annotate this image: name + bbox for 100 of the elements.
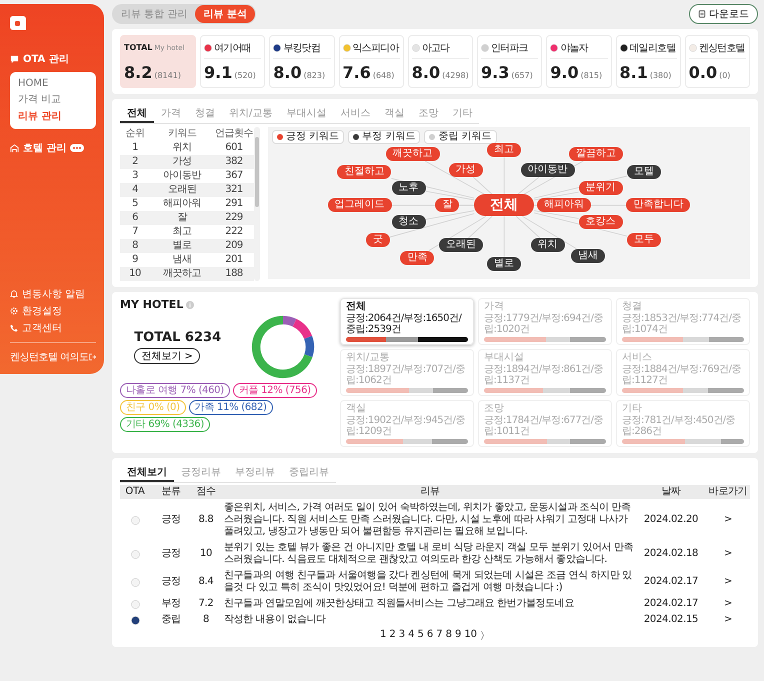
keyword-node[interactable]: 깔끔하고 xyxy=(568,147,623,161)
keyword-node[interactable]: 별로 xyxy=(487,256,522,271)
keyword-node[interactable]: 깨끗하고 xyxy=(386,147,440,161)
nav-item[interactable]: 호텔 관리 xyxy=(10,141,96,155)
column-header: 바로가기 xyxy=(708,486,748,498)
footer-link[interactable]: 환경설정 xyxy=(10,304,96,318)
submenu-link[interactable]: 가격 비교 xyxy=(18,92,88,106)
category-card[interactable]: 서비스 긍정:1884건/부정:769건/중립:1127건 xyxy=(616,349,750,396)
category-tab[interactable]: 위치/교통 xyxy=(222,105,280,123)
review-tab[interactable]: 중립리뷰 xyxy=(282,464,336,482)
category-tab[interactable]: 가격 xyxy=(154,105,188,123)
view-all-button[interactable]: 전체보기 > xyxy=(134,348,200,364)
go-link[interactable]: > xyxy=(724,598,732,610)
page-link[interactable]: 8 xyxy=(446,629,452,643)
keyword-node[interactable]: 분위기 xyxy=(578,181,623,196)
ota-name: 여기어때 xyxy=(214,42,251,54)
keyword-node[interactable]: 가성 xyxy=(448,163,483,178)
column-header: 점수 xyxy=(195,486,217,498)
next-page-link[interactable]: 〉 xyxy=(480,629,490,643)
category-card[interactable]: 기타 긍정:781건/부정:450건/중립:286건 xyxy=(616,400,750,447)
column-header: 리뷰 xyxy=(419,486,441,498)
category-card[interactable]: 청결 긍정:1853건/부정:774건/중립:1074건 xyxy=(616,298,750,345)
category-card[interactable]: 부대시설 긍정:1894건/부정:861건/중립:1137건 xyxy=(478,349,612,396)
table-cell-text: 8.8 xyxy=(197,514,214,526)
category-tab[interactable]: 부대시설 xyxy=(279,105,334,123)
category-tab[interactable]: 조망 xyxy=(411,105,446,123)
category-tab[interactable]: 기타 xyxy=(445,105,480,123)
table-cell-text: 5 xyxy=(131,197,139,211)
page-link[interactable]: 6 xyxy=(426,629,434,643)
category-name: 기타 xyxy=(622,403,643,415)
page-link[interactable]: 5 xyxy=(417,629,424,643)
keyword-node[interactable]: 냄새 xyxy=(571,248,606,263)
go-link[interactable]: > xyxy=(724,548,732,560)
table-cell-text: 7.2 xyxy=(197,598,214,610)
page-link[interactable]: 3 xyxy=(398,629,406,643)
legend-label: 부정 키워드 xyxy=(362,131,416,143)
keyword-node[interactable]: 모텔 xyxy=(626,165,661,179)
info-icon[interactable] xyxy=(186,300,194,308)
table-cell-text: 2024.02.17 xyxy=(642,598,700,610)
page-link[interactable]: 1 xyxy=(380,629,386,643)
keyword-node[interactable]: 호캉스 xyxy=(578,215,623,230)
page-link[interactable]: 10 xyxy=(464,629,478,643)
legend-label: 중립 키워드 xyxy=(438,131,492,143)
table-cell-text: 최고 xyxy=(172,225,192,239)
category-card[interactable]: 전체 긍정:2064건/부정:1650건/중립:2539건 xyxy=(340,298,474,345)
keyword-node[interactable]: 해피아워 xyxy=(536,198,591,212)
table-cell-text: 긍정 xyxy=(160,576,182,588)
keyword-node[interactable]: 굿 xyxy=(366,233,390,248)
footer-link[interactable]: 변동사항 알림 xyxy=(10,287,96,301)
category-tab[interactable]: 서비스 xyxy=(333,105,378,123)
score-value: 8.0 xyxy=(412,63,440,82)
category-name: 전체 xyxy=(346,301,367,313)
page-link[interactable]: 7 xyxy=(436,629,443,643)
keyword-node[interactable]: 업그레이드 xyxy=(328,198,392,212)
category-card[interactable]: 가격 긍정:1779건/부정:694건/중립:1020건 xyxy=(478,298,612,345)
category-card[interactable]: 위치/교통 긍정:1897건/부정:707건/중립:1062건 xyxy=(340,349,474,396)
footer-link[interactable]: 고객센터 xyxy=(10,321,96,335)
keyword-node[interactable]: 만족 xyxy=(400,250,434,264)
keyword-node[interactable]: 위치 xyxy=(530,238,565,252)
review-tab[interactable]: 긍정리뷰 xyxy=(174,464,228,482)
keyword-node[interactable]: 아이동반 xyxy=(520,163,575,178)
keyword-node[interactable]: 잘 xyxy=(435,198,460,212)
keyword-node[interactable]: 모두 xyxy=(626,233,661,248)
card-title: TOTAL xyxy=(124,43,152,52)
legend-percent: 11% xyxy=(217,402,238,413)
page-link[interactable]: 2 xyxy=(389,629,396,643)
page-link[interactable]: 4 xyxy=(408,629,414,643)
legend-count: (682) xyxy=(241,402,267,413)
keyword-node[interactable]: 만족합니다 xyxy=(626,198,690,212)
go-link[interactable]: > xyxy=(724,576,732,588)
category-tab[interactable]: 전체 xyxy=(120,105,154,123)
page-link[interactable]: 9 xyxy=(454,629,462,643)
legend-label: 나홀로 여행 xyxy=(126,385,178,396)
sentiment-counts: 긍정:1902건/부정:945건/중립:1209건 xyxy=(346,415,466,437)
submenu-link[interactable]: 리뷰 관리 xyxy=(18,109,88,123)
logout-icon[interactable] xyxy=(88,353,96,361)
table-cell-text: 188 xyxy=(224,267,244,281)
keyword-node[interactable]: 친절하고 xyxy=(337,165,392,179)
category-tab[interactable]: 객실 xyxy=(377,105,412,123)
category-card[interactable]: 조망 긍정:1784건/부정:677건/중립:1011건 xyxy=(478,400,612,447)
nav-item[interactable]: OTA 관리 xyxy=(10,52,96,66)
go-link[interactable]: > xyxy=(724,614,732,626)
toggle-option[interactable]: 리뷰 통합 관리 xyxy=(113,5,196,23)
keyword-node[interactable]: 청소 xyxy=(392,215,426,230)
download-button[interactable]: 다운로드 xyxy=(689,4,758,24)
keyword-node[interactable]: 노후 xyxy=(392,181,426,196)
category-tab[interactable]: 청결 xyxy=(188,105,222,123)
sentiment-counts: 긍정:2064건/부정:1650건/중립:2539건 xyxy=(346,313,463,335)
table-cell-text: 10 xyxy=(198,548,214,560)
go-link[interactable]: > xyxy=(724,514,732,526)
category-card[interactable]: 객실 긍정:1902건/부정:945건/중립:1209건 xyxy=(340,400,474,447)
review-tab[interactable]: 전체보기 xyxy=(120,464,174,482)
submenu-link[interactable]: HOME xyxy=(18,78,88,89)
center-node[interactable]: 전체 xyxy=(474,194,534,216)
scrollbar[interactable] xyxy=(254,127,260,281)
table-cell-text: 부정 xyxy=(160,598,182,610)
review-tab[interactable]: 부정리뷰 xyxy=(228,464,282,482)
keyword-node[interactable]: 최고 xyxy=(487,143,522,158)
keyword-node[interactable]: 오래된 xyxy=(438,238,483,252)
toggle-option[interactable]: 리뷰 분석 xyxy=(195,5,255,23)
